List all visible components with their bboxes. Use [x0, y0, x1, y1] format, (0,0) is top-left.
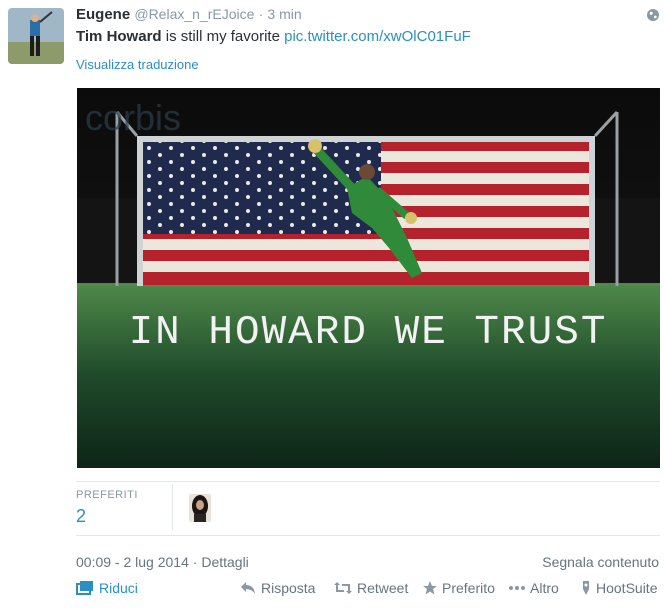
globe-icon [647, 9, 659, 21]
reply-button[interactable]: Risposta [240, 580, 315, 596]
divider [76, 481, 660, 482]
collapse-icon [76, 581, 93, 595]
retweet-label: Retweet [357, 580, 409, 596]
retweet-button[interactable]: Retweet [334, 580, 408, 596]
hootsuite-icon [583, 581, 589, 595]
more-button[interactable]: Altro [509, 580, 559, 596]
tweet-pic-link[interactable]: pic.twitter.com/xwOlC01FuF [284, 28, 471, 45]
tweet-text-bold: Tim Howard [76, 28, 162, 45]
tweet-timestamp: 00:09 - 2 lug 2014 · Dettagli [76, 554, 249, 570]
tweet-text: Tim Howard is still my favorite pic.twit… [76, 28, 471, 45]
media-watermark: corbis [85, 97, 181, 138]
favorite-label: Preferito [442, 580, 495, 596]
reply-icon [241, 582, 255, 594]
translate-link[interactable]: Visualizza traduzione [76, 57, 199, 72]
favoriter-avatar-image [189, 494, 211, 522]
star-icon [423, 581, 437, 595]
tweet-text-body: is still my favorite [161, 28, 285, 45]
details-link[interactable]: Dettagli [201, 554, 248, 570]
tweet-header: Eugene @Relax_n_rEJoice · 3 min [76, 6, 302, 23]
divider [76, 535, 660, 536]
favorites-label: PREFERITI [76, 489, 138, 501]
favorite-button[interactable]: Preferito [423, 580, 495, 596]
timestamp-dot: · [192, 554, 198, 570]
more-label: Altro [530, 580, 559, 596]
hootsuite-label: HootSuite [596, 580, 658, 596]
favoriter-avatar[interactable] [189, 494, 211, 522]
report-link[interactable]: Segnala contenuto [542, 554, 659, 570]
avatar-image [8, 8, 64, 64]
favorites-count[interactable]: 2 [76, 506, 86, 527]
media-caption: IN HOWARD WE TRUST [129, 310, 608, 356]
retweet-icon [334, 582, 352, 594]
tweet-actions: Riduci Risposta Retweet Preferito Altro [76, 580, 659, 602]
header-separator: · [258, 6, 264, 22]
user-username[interactable]: @Relax_n_rEJoice [134, 6, 254, 22]
collapse-label: Riduci [99, 580, 138, 596]
timestamp-text: 00:09 - 2 lug 2014 [76, 554, 189, 570]
stats-divider [172, 484, 173, 530]
user-fullname[interactable]: Eugene [76, 6, 130, 23]
avatar[interactable] [8, 8, 64, 64]
reply-label: Risposta [261, 580, 316, 596]
media-image: corbis IN HOWARD WE TRUST [77, 88, 660, 468]
tweet-media[interactable]: corbis IN HOWARD WE TRUST [77, 88, 660, 468]
tweet-time[interactable]: 3 min [267, 6, 301, 22]
collapse-button[interactable]: Riduci [76, 580, 138, 596]
more-dots-icon [509, 586, 525, 590]
hootsuite-button[interactable]: HootSuite [581, 580, 657, 596]
